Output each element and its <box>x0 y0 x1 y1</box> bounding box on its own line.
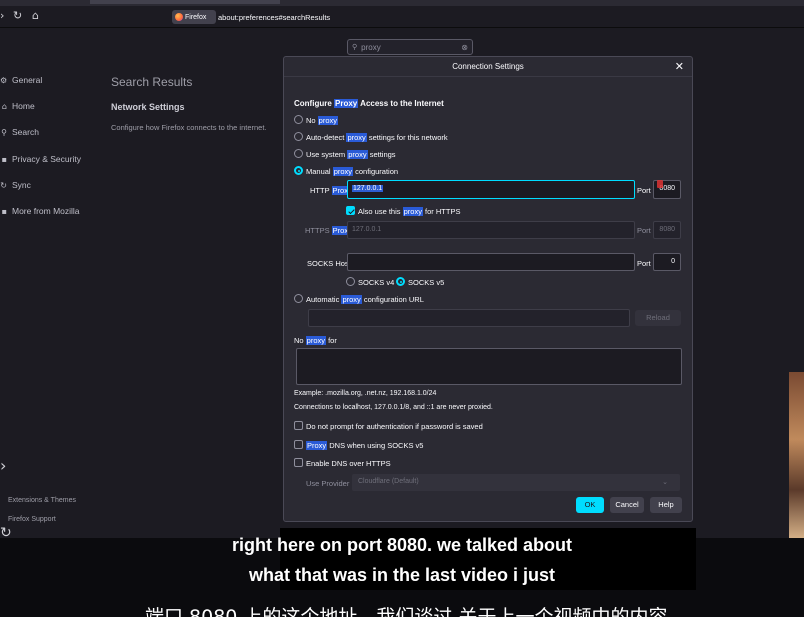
url-bar[interactable]: about:preferences#searchResults <box>218 13 330 22</box>
sidebar-item-label: Home <box>12 101 35 111</box>
sidebar-item-label: Privacy & Security <box>12 154 81 164</box>
search-icon: ⚲ <box>352 43 358 51</box>
sidebar-item-label: Sync <box>12 180 31 190</box>
identity-label: Firefox <box>185 13 207 21</box>
sync-icon: ↻ <box>0 180 7 190</box>
localhost-note: Connections to localhost, 127.0.0.1/8, a… <box>294 404 493 411</box>
home-icon[interactable]: ⌂ <box>32 9 39 22</box>
example-hint: Example: .mozilla.org, .net.nz, 192.168.… <box>294 390 437 397</box>
socks-v5-radio[interactable] <box>396 277 405 286</box>
sidebar-item-home[interactable]: ⌂ Home <box>0 101 35 111</box>
http-port-label: Port <box>637 186 651 195</box>
no-proxy-radio[interactable] <box>294 115 303 124</box>
firefox-logo-icon <box>175 13 183 21</box>
gear-icon: ⚙ <box>0 75 8 85</box>
proxy-dns-checkbox[interactable] <box>294 440 303 449</box>
sidebar-item-privacy[interactable]: ▪ Privacy & Security <box>0 154 81 164</box>
no-proxy-for-label: No proxy for <box>294 336 337 345</box>
socks-host-input[interactable] <box>347 253 635 271</box>
auto-config-url-input[interactable] <box>308 309 630 327</box>
subtitle-line-1: right here on port 8080. we talked about <box>231 535 573 555</box>
dialog-heading: Configure Proxy Access to the Internet <box>294 99 444 108</box>
sidebar-item-label: Search <box>12 127 39 137</box>
also-use-https-label[interactable]: Also use this proxy for HTTPS <box>358 207 460 216</box>
system-proxy-label[interactable]: Use system proxy settings <box>306 150 396 159</box>
firefox-support-link[interactable]: Firefox Support <box>8 516 56 523</box>
cancel-button[interactable]: Cancel <box>610 497 644 513</box>
clear-search-icon[interactable]: ⊗ <box>461 43 468 52</box>
auto-config-url-label[interactable]: Automatic proxy configuration URL <box>306 295 424 304</box>
page-title: Search Results <box>111 75 193 89</box>
use-provider-label: Use Provider <box>306 479 350 488</box>
socks-host-label: SOCKS Host <box>307 259 351 268</box>
sidebar-item-more-from-mozilla[interactable]: ▪ More from Mozilla <box>0 206 80 216</box>
socks-v4-radio[interactable] <box>346 277 355 286</box>
nav-bar: › ↻ ⌂ Firefox about:preferences#searchRe… <box>0 6 804 28</box>
auto-config-url-radio[interactable] <box>294 294 303 303</box>
system-proxy-radio[interactable] <box>294 149 303 158</box>
forward-icon[interactable]: › <box>0 9 4 22</box>
also-use-https-checkbox[interactable] <box>346 206 355 215</box>
search-value: proxy <box>361 42 381 52</box>
no-prompt-auth-checkbox[interactable] <box>294 421 303 430</box>
manual-proxy-label[interactable]: Manual proxy configuration <box>306 167 398 176</box>
http-proxy-value: 127.0.0.1 <box>352 185 384 192</box>
socks-port-input[interactable]: 0 <box>653 253 681 271</box>
sidebar-item-label: General <box>12 75 43 85</box>
http-proxy-input[interactable]: 127.0.0.1 <box>347 180 635 199</box>
sidebar-item-general[interactable]: ⚙ General <box>0 75 42 85</box>
reload-icon[interactable]: ↻ <box>13 9 22 22</box>
reload-button[interactable]: Reload <box>635 310 681 326</box>
https-proxy-input[interactable]: 127.0.0.1 <box>347 221 635 239</box>
sidebar-item-search[interactable]: ⚲ Search <box>0 127 39 137</box>
sidebar-item-label: More from Mozilla <box>12 206 80 216</box>
manual-proxy-radio[interactable] <box>294 166 303 175</box>
ok-button[interactable]: OK <box>576 497 604 513</box>
active-tab[interactable] <box>90 0 280 4</box>
home-icon: ⌂ <box>1 101 7 111</box>
auto-detect-radio[interactable] <box>294 132 303 141</box>
no-prompt-auth-label[interactable]: Do not prompt for authentication if pass… <box>306 422 483 431</box>
socks-v4-label[interactable]: SOCKS v4 <box>358 278 394 287</box>
chevron-down-icon: ⌄ <box>662 478 668 486</box>
mozilla-icon: ▪ <box>1 206 7 216</box>
identity-badge[interactable]: Firefox <box>172 10 216 24</box>
no-proxy-label[interactable]: No proxy <box>306 116 339 125</box>
preferences-search-input[interactable]: ⚲ proxy ⊗ <box>347 39 473 55</box>
dns-over-https-checkbox[interactable] <box>294 458 303 467</box>
sidebar-item-sync[interactable]: ↻ Sync <box>0 180 31 190</box>
socks-port-label: Port <box>637 259 651 268</box>
no-proxy-for-textarea[interactable] <box>296 348 682 385</box>
auto-detect-label[interactable]: Auto-detect proxy settings for this netw… <box>306 133 448 142</box>
https-port-label: Port <box>637 226 651 235</box>
close-icon[interactable]: ✕ <box>675 60 684 73</box>
section-title: Network Settings <box>111 102 185 112</box>
provider-value: Cloudflare (Default) <box>358 478 419 485</box>
lock-icon: ▪ <box>1 154 7 164</box>
connection-settings-dialog: Connection Settings ✕ Configure Proxy Ac… <box>283 56 693 522</box>
dialog-title: Connection Settings <box>284 57 692 77</box>
extensions-themes-link[interactable]: Extensions & Themes <box>8 497 76 504</box>
provider-select[interactable]: Cloudflare (Default) ⌄ <box>352 474 680 491</box>
search-icon: ⚲ <box>1 127 7 137</box>
proxy-dns-label[interactable]: Proxy DNS when using SOCKS v5 <box>306 441 423 450</box>
chevron-right-icon[interactable]: › <box>0 456 6 475</box>
webcam-overlay <box>789 372 804 540</box>
subtitle-line-2: what that was in the last video i just <box>248 565 556 585</box>
section-description: Configure how Firefox connects to the in… <box>111 123 267 132</box>
mouse-cursor-icon <box>657 180 663 188</box>
https-proxy-label: HTTPS Proxy <box>305 226 353 235</box>
help-button[interactable]: Help <box>650 497 682 513</box>
socks-v5-label[interactable]: SOCKS v5 <box>408 278 444 287</box>
dns-over-https-label[interactable]: Enable DNS over HTTPS <box>306 459 391 468</box>
subtitle-chinese: 端口 8080 上的这个地址，我们谈过 关于上一个视频中的内容 <box>145 606 668 617</box>
https-port-input[interactable]: 8080 <box>653 221 681 239</box>
